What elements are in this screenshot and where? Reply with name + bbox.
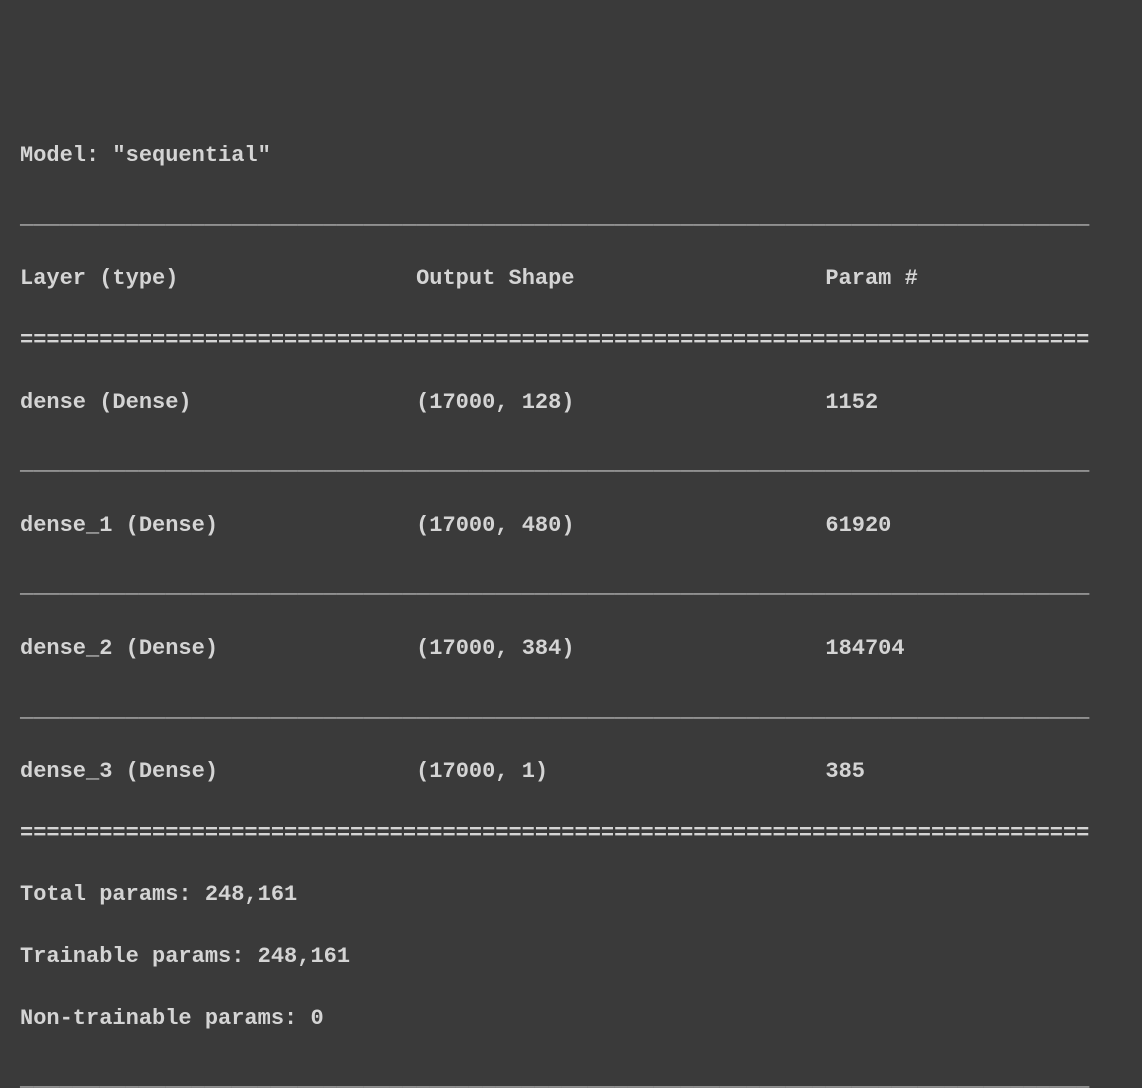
table-row: dense_1 (Dense) (17000, 480) 61920	[20, 511, 1122, 542]
divider-thick: ========================================…	[20, 819, 1122, 850]
cell-output: (17000, 384)	[416, 636, 574, 661]
cell-layer: dense_2 (Dense)	[20, 636, 218, 661]
total-params: Total params: 248,161	[20, 880, 1122, 911]
table-header-row: Layer (type) Output Shape Param #	[20, 264, 1122, 295]
cell-layer: dense_1 (Dense)	[20, 513, 218, 538]
divider-thin: ________________________________________…	[20, 696, 1122, 727]
table-row: dense_3 (Dense) (17000, 1) 385	[20, 757, 1122, 788]
nontrainable-params: Non-trainable params: 0	[20, 1004, 1122, 1035]
divider-thin: ________________________________________…	[20, 449, 1122, 480]
cell-output: (17000, 128)	[416, 390, 574, 415]
cell-param: 61920	[825, 513, 891, 538]
cell-layer: dense (Dense)	[20, 390, 192, 415]
trainable-params: Trainable params: 248,161	[20, 942, 1122, 973]
divider-thick: ========================================…	[20, 326, 1122, 357]
table-row: dense_2 (Dense) (17000, 384) 184704	[20, 634, 1122, 665]
model-title: Model: "sequential"	[20, 141, 1122, 172]
cell-param: 184704	[825, 636, 904, 661]
cell-layer: dense_3 (Dense)	[20, 759, 218, 784]
table-row: dense (Dense) (17000, 128) 1152	[20, 388, 1122, 419]
cell-param: 1152	[825, 390, 878, 415]
cell-output: (17000, 480)	[416, 513, 574, 538]
col-param: Param #	[825, 266, 917, 291]
cell-param: 385	[825, 759, 865, 784]
divider-thin: ________________________________________…	[20, 572, 1122, 603]
col-output: Output Shape	[416, 266, 574, 291]
col-layer: Layer (type)	[20, 266, 178, 291]
cell-output: (17000, 1)	[416, 759, 548, 784]
divider-thin: ________________________________________…	[20, 1065, 1122, 1088]
divider-thin: ________________________________________…	[20, 203, 1122, 234]
